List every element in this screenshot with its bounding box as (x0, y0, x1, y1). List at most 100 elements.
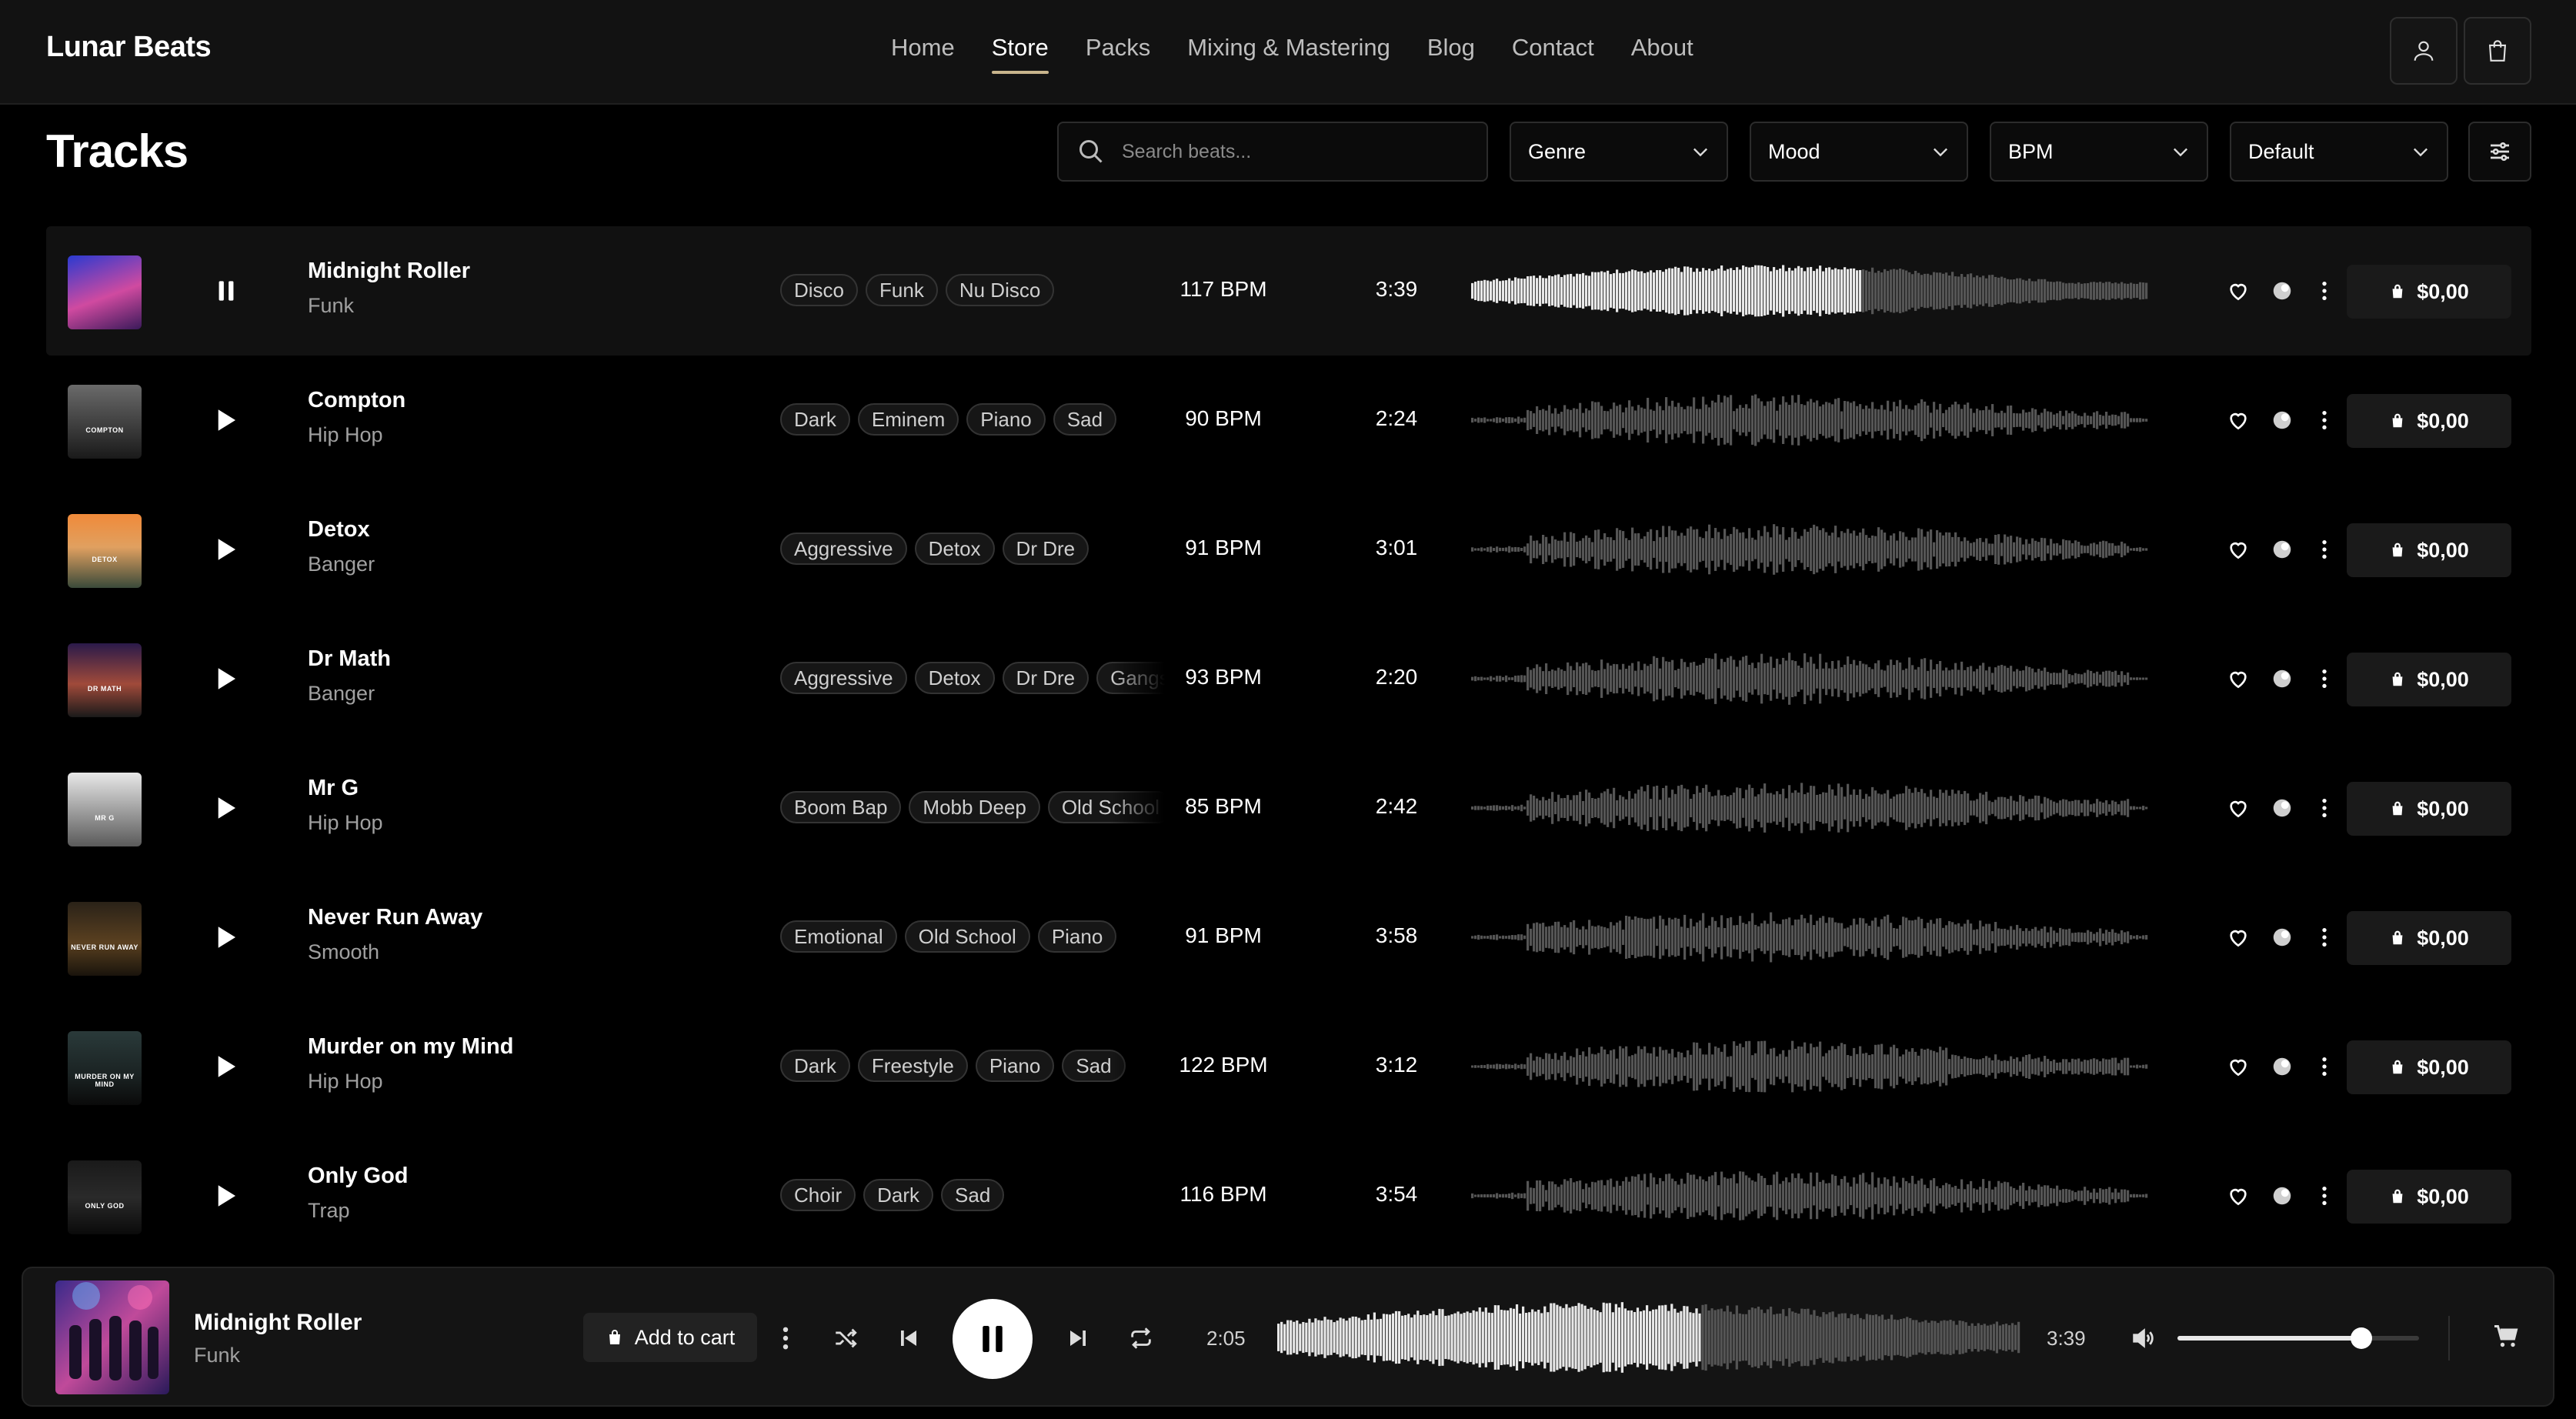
nav-home[interactable]: Home (891, 34, 955, 62)
nav-packs[interactable]: Packs (1086, 34, 1150, 62)
track-waveform[interactable] (1471, 394, 2148, 446)
tag-chip[interactable]: Mobb Deep (909, 791, 1040, 823)
previous-button[interactable] (889, 1319, 928, 1357)
play-button[interactable] (208, 660, 245, 697)
like-button[interactable] (2223, 793, 2254, 823)
more-button[interactable] (2309, 663, 2340, 694)
search-box[interactable] (1057, 122, 1488, 182)
tag-chip[interactable]: Dr Dre (1002, 533, 1089, 565)
buy-button[interactable]: $0,00 (2347, 394, 2511, 448)
search-input[interactable] (1122, 140, 1460, 163)
track-cover[interactable]: DR MATH (68, 643, 142, 717)
track-row[interactable]: DETOX Detox Banger Aggressive Detox Dr Dre… (46, 485, 2531, 614)
nav-store[interactable]: Store (991, 34, 1049, 74)
tag-chip[interactable]: Disco (780, 274, 859, 306)
track-cover[interactable]: NEVER RUN AWAY (68, 902, 142, 976)
like-button[interactable] (2223, 922, 2254, 953)
track-cover[interactable]: DETOX (68, 514, 142, 588)
mood-select[interactable]: Mood (1750, 122, 1968, 182)
genre-select[interactable]: Genre (1510, 122, 1728, 182)
like-button[interactable] (2223, 1051, 2254, 1082)
player-cart-button[interactable] (2487, 1317, 2525, 1356)
track-title[interactable]: Murder on my Mind (308, 1034, 513, 1060)
tag-chip[interactable]: Old School (904, 920, 1030, 953)
more-button[interactable] (2309, 405, 2340, 436)
nav-about[interactable]: About (1631, 34, 1693, 62)
tag-chip[interactable]: Dr Dre (1002, 662, 1089, 694)
tag-chip[interactable]: Detox (914, 662, 995, 694)
tag-chip[interactable]: Nu Disco (945, 274, 1055, 306)
more-button[interactable] (2309, 1051, 2340, 1082)
share-button[interactable] (2267, 1180, 2297, 1211)
share-button[interactable] (2267, 275, 2297, 306)
track-row[interactable]: COMPTON Compton Hip Hop Dark Eminem Piano S… (46, 356, 2531, 485)
track-title[interactable]: Midnight Roller (308, 259, 470, 284)
play-button[interactable] (208, 531, 245, 568)
share-button[interactable] (2267, 922, 2297, 953)
track-row[interactable]: NEVER RUN AWAY Never Run Away Smooth Emo… (46, 873, 2531, 1002)
volume-slider[interactable] (2177, 1327, 2419, 1349)
play-button[interactable] (208, 402, 245, 439)
track-title[interactable]: Only God (308, 1164, 409, 1189)
buy-button[interactable]: $0,00 (2347, 265, 2511, 319)
nav-mixing-mastering[interactable]: Mixing & Mastering (1187, 34, 1390, 62)
play-button[interactable] (208, 1048, 245, 1085)
repeat-button[interactable] (1122, 1319, 1160, 1357)
track-title[interactable]: Never Run Away (308, 905, 482, 930)
tag-chip[interactable]: Dark (780, 1050, 850, 1082)
next-button[interactable] (1059, 1319, 1097, 1357)
tag-chip[interactable]: Dark (780, 403, 850, 436)
track-cover[interactable] (68, 255, 142, 329)
tag-chip[interactable]: Piano (1037, 920, 1117, 953)
add-to-cart-button[interactable]: Add to cart (583, 1313, 757, 1362)
sort-select[interactable]: Default (2230, 122, 2448, 182)
mute-button[interactable] (2124, 1319, 2162, 1357)
more-button[interactable] (2309, 793, 2340, 823)
track-title[interactable]: Compton (308, 388, 405, 413)
tag-chip[interactable]: Sad (1053, 403, 1117, 436)
buy-button[interactable]: $0,00 (2347, 1170, 2511, 1224)
filter-button[interactable] (2468, 122, 2531, 182)
tag-chip[interactable]: Dark (863, 1179, 934, 1211)
track-row[interactable]: DR MATH Dr Math Banger Aggressive Detox Dr… (46, 614, 2531, 743)
cart-button[interactable] (2464, 17, 2531, 85)
like-button[interactable] (2223, 534, 2254, 565)
track-waveform[interactable] (1471, 265, 2148, 317)
share-button[interactable] (2267, 1051, 2297, 1082)
nav-contact[interactable]: Contact (1512, 34, 1594, 62)
track-title[interactable]: Detox (308, 517, 370, 543)
tag-chip[interactable]: Boom Bap (780, 791, 902, 823)
buy-button[interactable]: $0,00 (2347, 1040, 2511, 1094)
tag-chip[interactable]: Emotional (780, 920, 897, 953)
account-button[interactable] (2390, 17, 2458, 85)
buy-button[interactable]: $0,00 (2347, 911, 2511, 965)
track-waveform[interactable] (1471, 523, 2148, 576)
like-button[interactable] (2223, 663, 2254, 694)
more-button[interactable] (2309, 1180, 2340, 1211)
like-button[interactable] (2223, 405, 2254, 436)
volume-handle[interactable] (2350, 1327, 2372, 1349)
tag-chip[interactable]: Eminem (857, 403, 959, 436)
player-pause-button[interactable] (953, 1299, 1033, 1379)
track-waveform[interactable] (1471, 782, 2148, 834)
tag-chip[interactable]: Choir (780, 1179, 856, 1211)
track-waveform[interactable] (1471, 1040, 2148, 1093)
more-button[interactable] (2309, 922, 2340, 953)
track-row[interactable]: MR G Mr G Hip Hop Boom Bap Mobb Deep Old S… (46, 743, 2531, 873)
tag-chip[interactable]: Piano (966, 403, 1046, 436)
tag-chip[interactable]: Sad (941, 1179, 1005, 1211)
track-cover[interactable]: MURDER ON MY MIND (68, 1031, 142, 1105)
track-title[interactable]: Dr Math (308, 646, 391, 672)
tag-chip[interactable]: Aggressive (780, 662, 907, 694)
play-button[interactable] (208, 1177, 245, 1214)
play-button[interactable] (208, 919, 245, 956)
brand-logo[interactable]: Lunar Beats (46, 31, 212, 64)
track-waveform[interactable] (1471, 1170, 2148, 1222)
track-cover[interactable]: ONLY GOD (68, 1160, 142, 1234)
tag-chip[interactable]: Funk (866, 274, 938, 306)
pause-button[interactable] (208, 272, 245, 309)
track-title[interactable]: Mr G (308, 776, 359, 801)
track-row[interactable]: Midnight Roller Funk Disco Funk Nu Disco 1… (46, 226, 2531, 356)
more-button[interactable] (2309, 534, 2340, 565)
track-cover[interactable]: COMPTON (68, 385, 142, 459)
